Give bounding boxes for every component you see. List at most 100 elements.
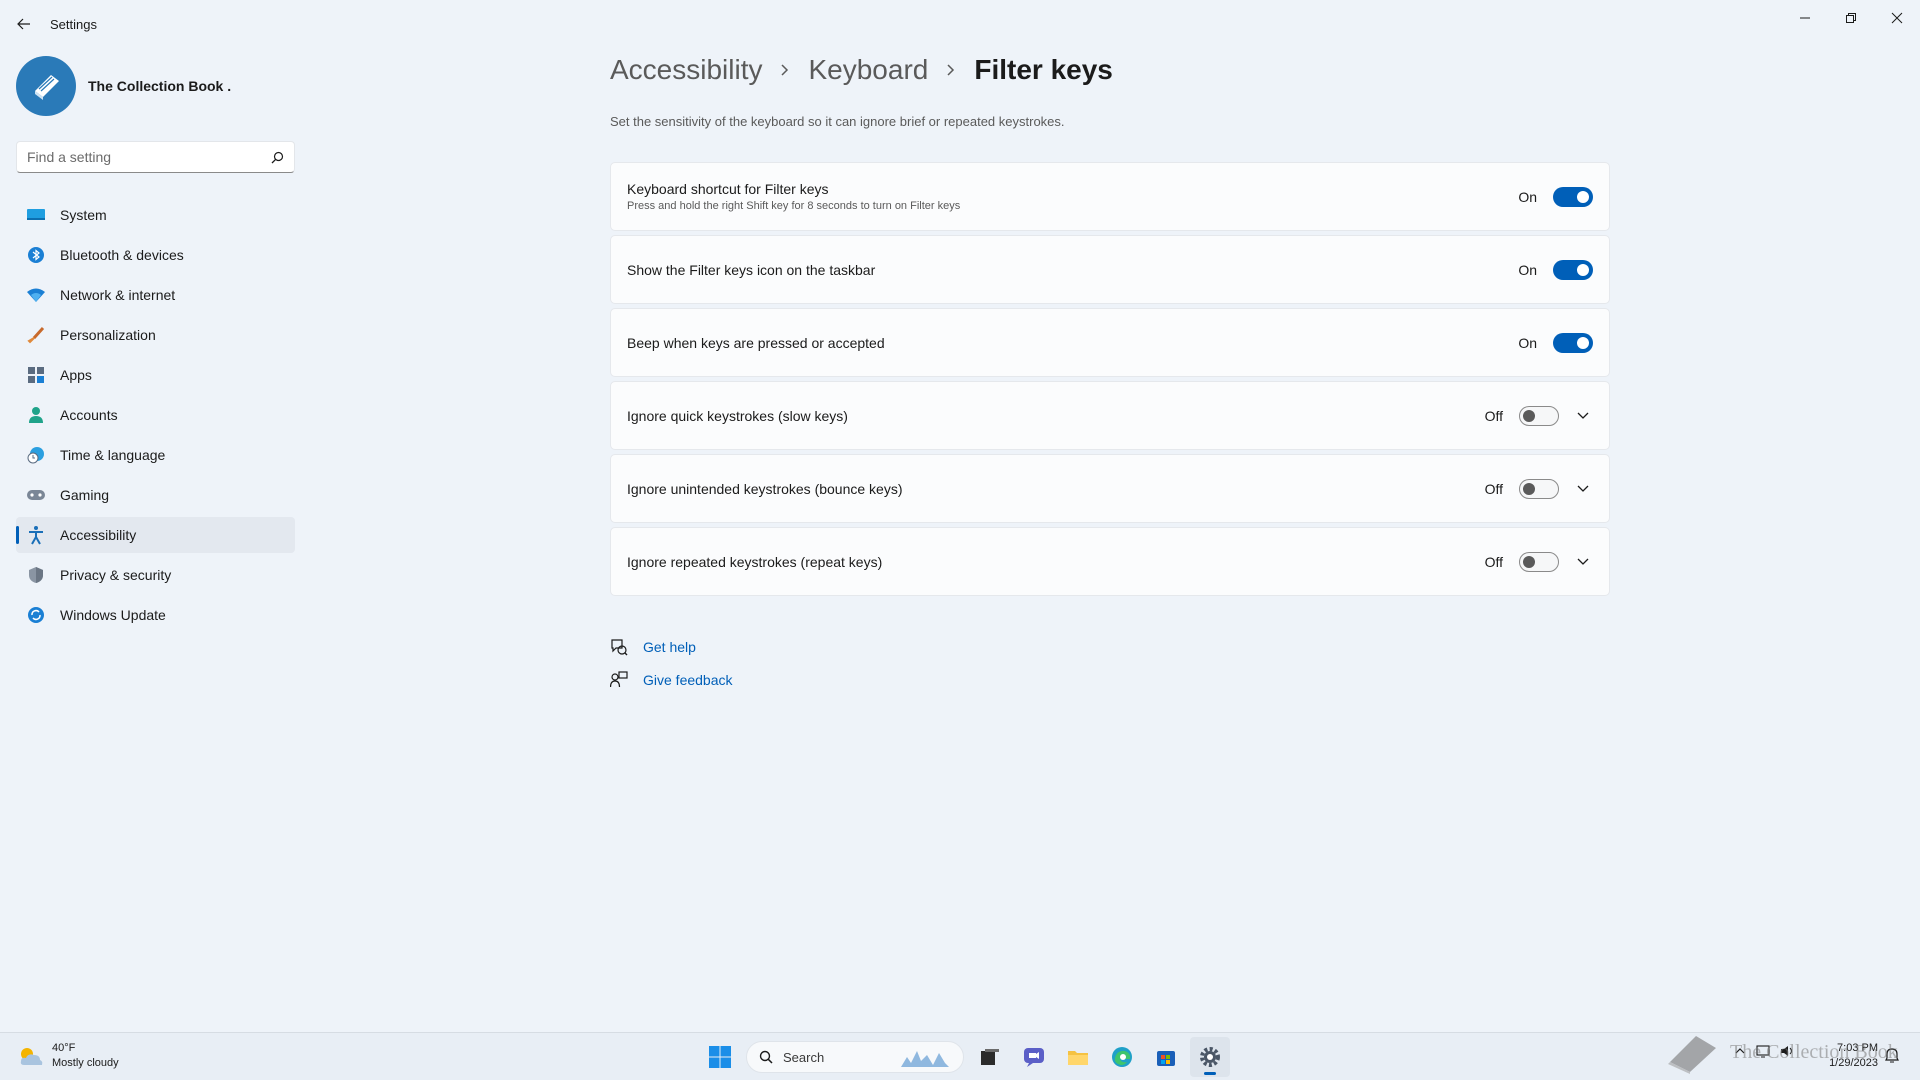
toggle-state-label: Off xyxy=(1484,407,1503,424)
get-help-link[interactable]: Get help xyxy=(610,630,733,663)
breadcrumb-keyboard[interactable]: Keyboard xyxy=(808,54,928,86)
gear-icon xyxy=(1200,1047,1220,1067)
taskbar-icon-toggle[interactable] xyxy=(1553,259,1593,280)
taskbar-apps: Search xyxy=(700,1037,1234,1077)
sidebar-item-label: Bluetooth & devices xyxy=(60,247,184,263)
start-button[interactable] xyxy=(700,1037,740,1077)
book-logo-icon xyxy=(1668,1036,1716,1074)
sidebar-item-windows-update[interactable]: Windows Update xyxy=(16,597,295,633)
sidebar-item-label: Personalization xyxy=(60,327,156,343)
sidebar-item-system[interactable]: System xyxy=(16,197,295,233)
sidebar-item-time-language[interactable]: Time & language xyxy=(16,437,295,473)
toggle-state-label: On xyxy=(1518,188,1537,205)
sidebar-item-label: Accessibility xyxy=(60,527,137,543)
person-icon xyxy=(26,405,46,425)
close-icon xyxy=(1891,12,1903,24)
back-button[interactable] xyxy=(12,12,36,36)
store-icon xyxy=(1157,1051,1175,1066)
clock-globe-icon xyxy=(26,445,46,465)
sidebar-item-label: Windows Update xyxy=(60,607,166,623)
apps-icon xyxy=(26,365,46,385)
edge-browser-button[interactable] xyxy=(1102,1037,1142,1077)
setting-repeat-keys[interactable]: Ignore repeated keystrokes (repeat keys)… xyxy=(610,527,1610,596)
toggle-state-label: On xyxy=(1518,334,1537,351)
file-explorer-button[interactable] xyxy=(1058,1037,1098,1077)
edge-icon xyxy=(1112,1047,1132,1067)
repeat-keys-toggle[interactable] xyxy=(1519,551,1559,572)
setting-bounce-keys[interactable]: Ignore unintended keystrokes (bounce key… xyxy=(610,454,1610,523)
setting-title: Beep when keys are pressed or accepted xyxy=(627,334,885,351)
help-links: Get help Give feedback xyxy=(610,630,733,696)
restore-icon xyxy=(1846,13,1856,23)
beep-toggle[interactable] xyxy=(1553,332,1593,353)
settings-list: Keyboard shortcut for Filter keys Press … xyxy=(610,162,1610,600)
weather-description: Mostly cloudy xyxy=(52,1057,119,1069)
sidebar-item-accessibility[interactable]: Accessibility xyxy=(16,517,295,553)
setting-title: Keyboard shortcut for Filter keys xyxy=(627,181,829,197)
setting-slow-keys[interactable]: Ignore quick keystrokes (slow keys) Off xyxy=(610,381,1610,450)
display-icon xyxy=(26,205,46,225)
sidebar-item-network[interactable]: Network & internet xyxy=(16,277,295,313)
breadcrumb-accessibility[interactable]: Accessibility xyxy=(610,54,762,86)
give-feedback-link[interactable]: Give feedback xyxy=(610,663,733,696)
chevron-right-icon xyxy=(946,64,956,76)
watermark: The Collection Book xyxy=(1666,1030,1898,1074)
search-highlight-icon xyxy=(901,1051,949,1067)
accessibility-icon xyxy=(26,525,46,545)
toggle-state-label: Off xyxy=(1484,553,1503,570)
wifi-icon xyxy=(26,285,46,305)
filter-keys-shortcut-toggle[interactable] xyxy=(1553,186,1593,207)
sidebar-nav: System Bluetooth & devices Network & int… xyxy=(16,197,295,637)
chevron-down-icon[interactable] xyxy=(1573,552,1593,572)
weather-temperature: 40°F xyxy=(52,1042,76,1054)
sidebar-item-apps[interactable]: Apps xyxy=(16,357,295,393)
toggle-state-label: Off xyxy=(1484,480,1503,497)
sidebar-item-bluetooth[interactable]: Bluetooth & devices xyxy=(16,237,295,273)
sidebar-item-privacy[interactable]: Privacy & security xyxy=(16,557,295,593)
breadcrumb: Accessibility Keyboard Filter keys xyxy=(610,54,1113,86)
search-icon xyxy=(759,1050,773,1064)
give-feedback-label[interactable]: Give feedback xyxy=(643,672,733,688)
teams-chat-button[interactable] xyxy=(1014,1037,1054,1077)
shield-icon xyxy=(26,565,46,585)
chevron-down-icon[interactable] xyxy=(1573,406,1593,426)
sidebar-item-personalization[interactable]: Personalization xyxy=(16,317,295,353)
slow-keys-toggle[interactable] xyxy=(1519,405,1559,426)
setting-filter-keys-shortcut: Keyboard shortcut for Filter keys Press … xyxy=(610,162,1610,231)
restore-button[interactable] xyxy=(1828,4,1874,32)
task-view-button[interactable] xyxy=(970,1037,1010,1077)
setting-title: Ignore quick keystrokes (slow keys) xyxy=(627,407,848,424)
sidebar-item-label: Privacy & security xyxy=(60,567,172,583)
back-arrow-icon xyxy=(17,18,30,30)
close-button[interactable] xyxy=(1874,4,1920,32)
taskbar-search[interactable]: Search xyxy=(746,1041,964,1073)
folder-icon xyxy=(1068,1051,1088,1065)
sidebar-item-gaming[interactable]: Gaming xyxy=(16,477,295,513)
chevron-right-icon xyxy=(780,64,790,76)
setting-title: Ignore unintended keystrokes (bounce key… xyxy=(627,480,903,497)
profile-name: The Collection Book . xyxy=(88,78,232,94)
settings-app-button[interactable] xyxy=(1190,1037,1230,1077)
minimize-icon xyxy=(1800,17,1810,19)
search-icon xyxy=(271,151,284,163)
taskbar: 40°F Mostly cloudy Search 7:03 PM 1/29/2… xyxy=(0,1032,1920,1080)
settings-search[interactable] xyxy=(16,141,295,173)
sidebar-item-accounts[interactable]: Accounts xyxy=(16,397,295,433)
page-description: Set the sensitivity of the keyboard so i… xyxy=(610,114,1065,129)
user-profile[interactable]: The Collection Book . xyxy=(16,56,231,116)
gamepad-icon xyxy=(26,485,46,505)
windows-logo-icon xyxy=(709,1046,731,1068)
minimize-button[interactable] xyxy=(1782,4,1828,32)
bounce-keys-toggle[interactable] xyxy=(1519,478,1559,499)
toggle-state-label: On xyxy=(1518,261,1537,278)
weather-widget[interactable]: 40°F Mostly cloudy xyxy=(18,1041,119,1071)
search-input[interactable] xyxy=(27,149,271,165)
avatar xyxy=(16,56,76,116)
sidebar-item-label: Time & language xyxy=(60,447,166,463)
store-button[interactable] xyxy=(1146,1037,1186,1077)
help-chat-icon xyxy=(610,638,628,656)
watermark-text: The Collection Book xyxy=(1730,1040,1898,1063)
sidebar-item-label: Accounts xyxy=(60,407,118,423)
get-help-label[interactable]: Get help xyxy=(643,639,696,655)
chevron-down-icon[interactable] xyxy=(1573,479,1593,499)
